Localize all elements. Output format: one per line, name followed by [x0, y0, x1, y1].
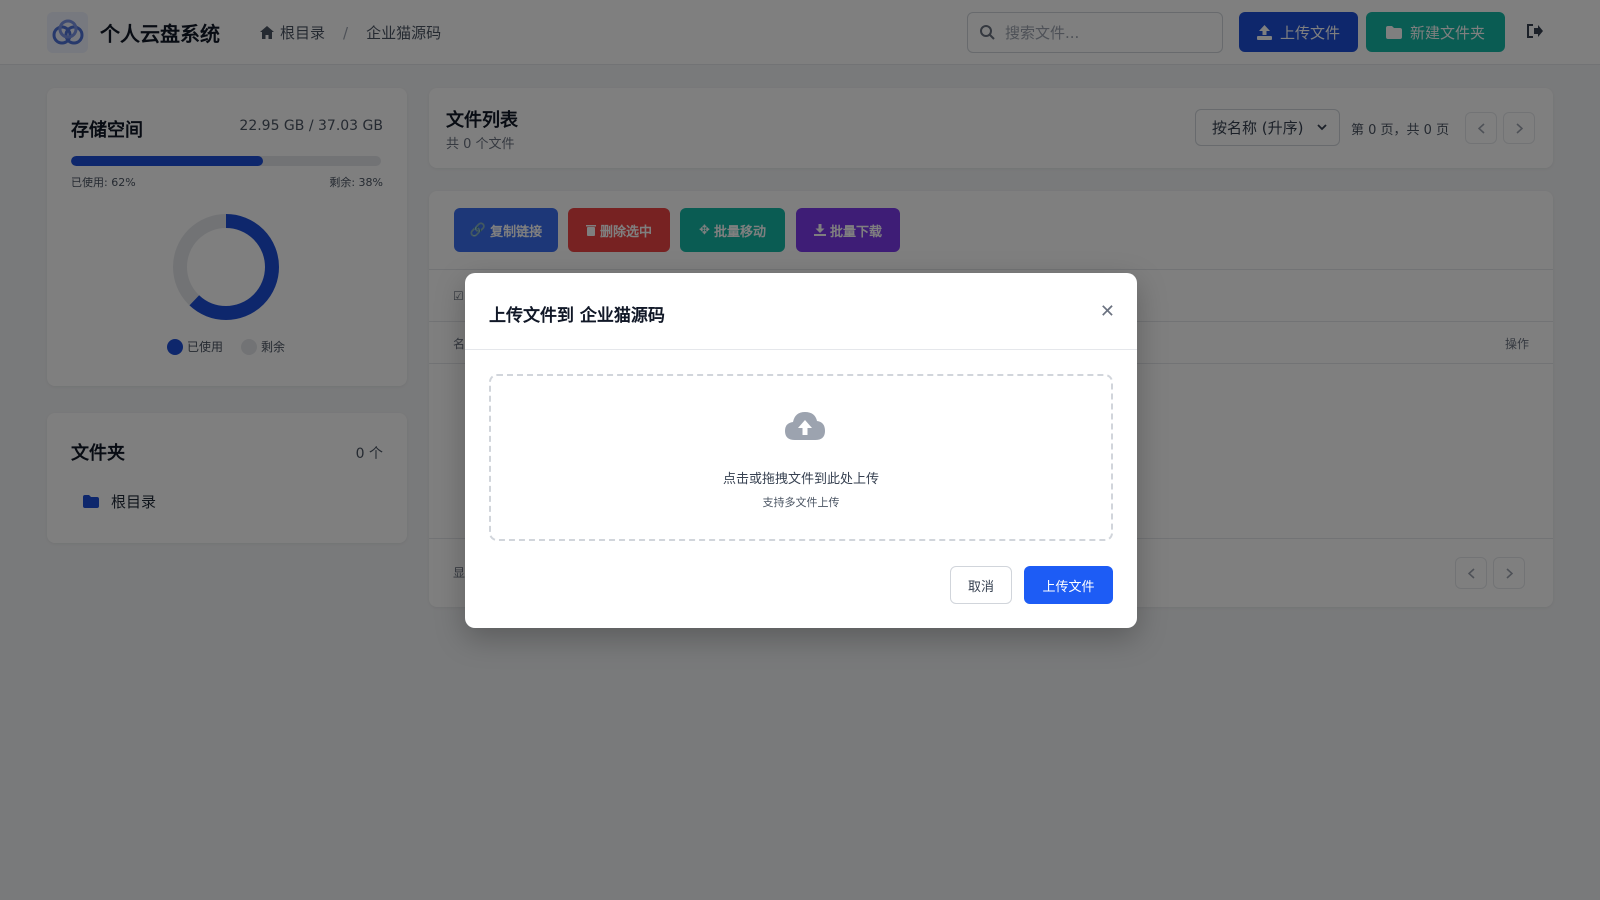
dropzone-subtext: 支持多文件上传 — [762, 496, 840, 509]
upload-dropzone[interactable]: 点击或拖拽文件到此处上传 支持多文件上传 — [489, 374, 1113, 541]
cloud-upload-icon — [785, 412, 825, 440]
close-icon[interactable]: ✕ — [1100, 301, 1115, 322]
upload-modal: 上传文件到 企业猫源码 ✕ 点击或拖拽文件到此处上传 支持多文件上传 取消 上传… — [465, 273, 1137, 628]
dropzone-text: 点击或拖拽文件到此处上传 — [722, 472, 879, 487]
submit-upload-button[interactable]: 上传文件 — [1024, 566, 1113, 604]
cancel-button[interactable]: 取消 — [950, 566, 1012, 604]
modal-title: 上传文件到 企业猫源码 — [489, 306, 665, 326]
modal-divider — [465, 349, 1137, 350]
